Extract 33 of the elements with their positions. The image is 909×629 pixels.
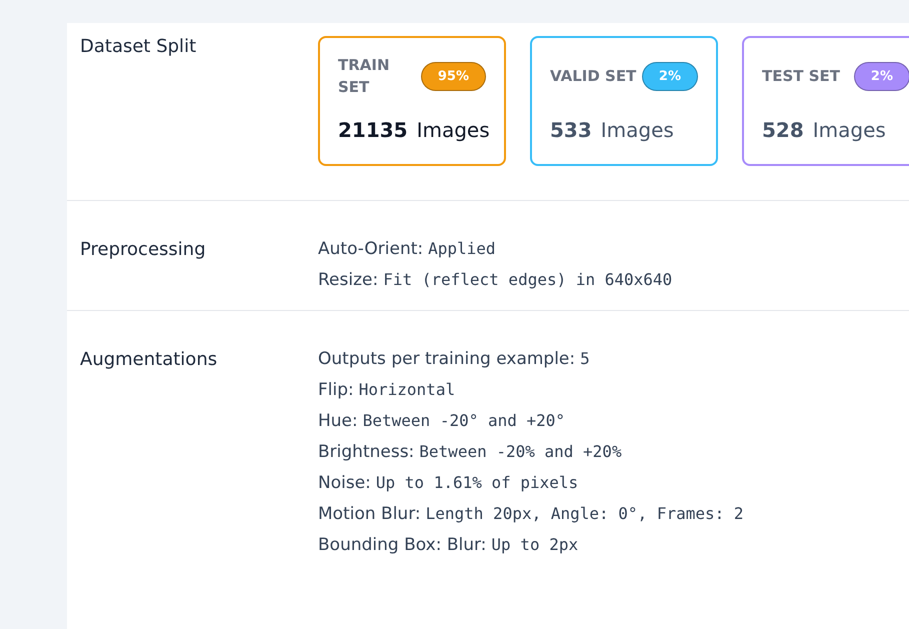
setting-value: Horizontal xyxy=(358,380,456,399)
setting-value: Up to 1.61% of pixels xyxy=(376,473,578,492)
setting-label: Bounding Box: Blur: xyxy=(318,535,486,555)
setting-value: Fit (reflect edges) in 640x640 xyxy=(383,270,672,289)
percent-badge: 95% xyxy=(420,62,486,90)
split-label: TRAIN SET xyxy=(338,55,391,98)
setting-label: Auto-Orient: xyxy=(318,239,424,259)
setting-label: Hue: xyxy=(318,411,358,431)
percent-badge: 2% xyxy=(642,62,698,90)
image-count: 21135 xyxy=(338,118,408,142)
setting-label: Motion Blur: xyxy=(318,504,421,524)
percent-badge: 2% xyxy=(854,62,909,90)
image-unit: Images xyxy=(812,118,886,142)
image-count: 528 xyxy=(762,118,804,142)
section-title: Preprocessing xyxy=(80,239,207,262)
image-unit: Images xyxy=(416,118,490,142)
setting-value: Between -20° and +20° xyxy=(362,411,566,430)
setting-value: Length 20px, Angle: 0°, Frames: 2 xyxy=(426,504,744,523)
setting-label: Outputs per training example: xyxy=(318,349,576,369)
setting-value: Up to 2px xyxy=(491,535,578,554)
setting-label: Flip: xyxy=(318,380,354,400)
setting-value: Applied xyxy=(428,239,496,258)
image-count: 533 xyxy=(550,118,592,142)
setting-label: Noise: xyxy=(318,473,371,493)
setting-label: Brightness: xyxy=(318,442,414,462)
image-unit: Images xyxy=(600,118,674,142)
split-label: TEST SET xyxy=(762,66,840,87)
setting-value: 5 xyxy=(580,349,590,368)
section-title: Augmentations xyxy=(80,349,218,372)
split-label: VALID SET xyxy=(550,66,636,87)
setting-label: Resize: xyxy=(318,270,378,290)
setting-value: Between -20% and +20% xyxy=(419,442,622,461)
section-title: Dataset Split xyxy=(80,36,198,59)
